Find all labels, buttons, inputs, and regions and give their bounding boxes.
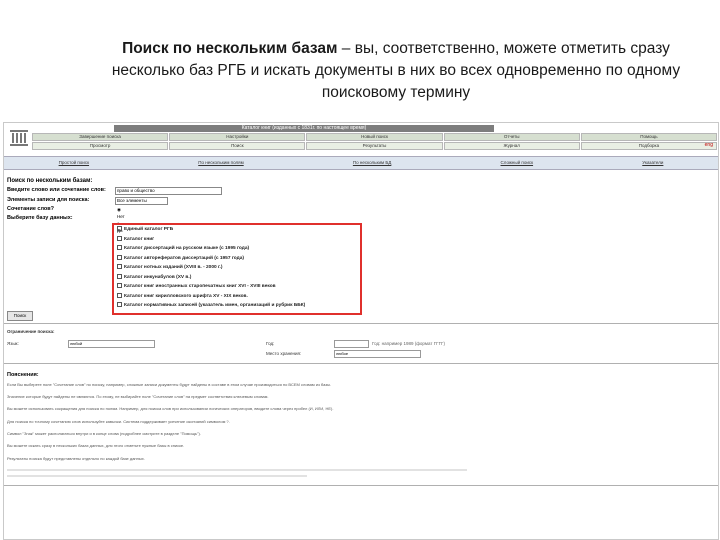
db-checkbox-item[interactable]: Каталог книг кирилловского шрифта XV - X… (114, 292, 360, 302)
nav-selection[interactable]: Подборка (580, 142, 718, 150)
word-input[interactable]: право и общество (115, 187, 222, 195)
checkbox-icon[interactable] (117, 292, 122, 298)
limits-lang-select[interactable]: любой (68, 340, 155, 348)
nav-journal[interactable]: Журнал (443, 142, 580, 150)
limits-year-label: Год: (266, 341, 275, 346)
text-placeholder-line (7, 475, 307, 477)
divider (4, 323, 718, 324)
db-label: Каталог книг кирилловского шрифта XV - X… (124, 293, 248, 299)
nav-row-top: Завершение поиска Настройки Новый поиск … (32, 133, 718, 141)
checkbox-icon[interactable] (117, 283, 122, 289)
db-label: Каталог книг (124, 236, 155, 242)
checkbox-icon[interactable] (117, 245, 122, 251)
db-checkbox-item[interactable]: Каталог книг (114, 235, 360, 245)
explain-title: Пояснения: (7, 372, 39, 378)
explain-note: Вы можете искать сразу в нескольких база… (7, 443, 185, 448)
nav-settings[interactable]: Настройки (169, 133, 306, 141)
nav-results[interactable]: Результаты (306, 142, 443, 150)
tab-complex-search[interactable]: Сложный поиск (501, 157, 534, 169)
text-placeholder-line (7, 469, 467, 471)
form-title: Поиск по нескольким базам: (7, 178, 93, 184)
database-list: Единый каталог РГБ Каталог книг Каталог … (112, 223, 362, 315)
title-bold-prefix: Поиск (122, 40, 173, 57)
db-checkbox-item[interactable]: Каталог книг иностранных старопечатных к… (114, 282, 360, 292)
search-button[interactable]: Поиск (7, 311, 33, 321)
nav-reports[interactable]: Отчеты (443, 133, 580, 141)
nav-finish-search[interactable]: Завершение поиска (32, 133, 169, 141)
db-checkbox-item[interactable]: Каталог диссертаций на русском языке (с … (114, 244, 360, 254)
slide-title: Поиск по нескольким базам – вы, соответс… (96, 38, 696, 104)
checkbox-icon[interactable] (117, 226, 122, 232)
rsl-logo-icon (10, 130, 28, 146)
db-checkbox-item[interactable]: Единый каталог РГБ (114, 225, 360, 235)
tab-multi-field[interactable]: По нескольким полям (198, 157, 243, 169)
checkbox-icon[interactable] (117, 235, 122, 241)
explain-note: Значение которые будут найдены не являют… (7, 394, 269, 399)
elements-row: Элементы записи для поиска: Все элементы (7, 197, 168, 205)
search-tabs: Простой поиск По нескольким полям По нес… (4, 156, 718, 170)
db-label: Каталог инкунабулов (XV в.) (124, 274, 192, 280)
explain-note: Вы можете использовать сокращения для по… (7, 406, 334, 411)
choose-db-label: Выберите базу данных: (7, 215, 73, 221)
explain-note: Для поиска по точному сочетанию слов исп… (7, 419, 230, 424)
db-label: Единый каталог РГБ (124, 227, 174, 232)
nav-help[interactable]: Помощь (580, 133, 718, 141)
db-checkbox-item[interactable]: Каталог инкунабулов (XV в.) (114, 273, 360, 283)
catalog-screenshot: Каталог книг (изданных с 1831г. по насто… (3, 122, 719, 540)
choose-row: Выберите базу данных: (7, 215, 73, 222)
explain-note: Символ "Знак" может располагаться внутри… (7, 431, 201, 436)
checkbox-icon[interactable] (117, 273, 122, 279)
nav-new-search[interactable]: Новый поиск (306, 133, 443, 141)
catalog-header-bar: Каталог книг (изданных с 1831г. по насто… (114, 125, 494, 132)
limits-year-hint: Год: например 1989 (формат ГГГГ) (372, 341, 445, 346)
checkbox-icon[interactable] (117, 302, 122, 308)
tab-indexes[interactable]: Указатели (642, 157, 663, 169)
db-label: Каталог авторефератов диссертаций (с 195… (124, 255, 244, 261)
nav-row-bottom: Просмотр Поиск Результаты Журнал Подборк… (32, 142, 718, 150)
divider (4, 363, 718, 364)
explain-note: Результаты поиска будут представлены отд… (7, 456, 145, 461)
tab-simple-search[interactable]: Простой поиск (59, 157, 89, 169)
elements-label: Элементы записи для поиска: (7, 197, 90, 203)
db-checkbox-item[interactable]: Каталог авторефератов диссертаций (с 195… (114, 254, 360, 264)
limits-media-select[interactable]: любое (334, 350, 421, 358)
combo-label: Сочетание слов? (7, 206, 54, 212)
db-checkbox-item[interactable]: Каталог нормативных записей (указатель и… (114, 301, 360, 311)
nav-search[interactable]: Поиск (169, 142, 306, 150)
nav-browse[interactable]: Просмотр (32, 142, 169, 150)
radio-no[interactable]: Нет (117, 214, 125, 219)
lang-switch-link[interactable]: eng (705, 142, 713, 148)
db-label: Каталог нотных изданий (XVIII в. - 2000 … (124, 265, 223, 270)
word-label: Введите слово или сочетание слов: (7, 187, 106, 193)
db-label: Каталог нормативных записей (указатель и… (124, 303, 306, 308)
limits-media-label: Место хранения: (266, 351, 302, 356)
title-bold: по нескольким базам (172, 40, 338, 57)
limits-year-input[interactable] (334, 340, 369, 348)
limits-title: Ограничение поиска: (7, 329, 55, 334)
db-checkbox-item[interactable]: Каталог нотных изданий (XVIII в. - 2000 … (114, 263, 360, 273)
limits-lang-label: Язык: (7, 341, 19, 346)
db-label: Каталог диссертаций на русском языке (с … (124, 246, 250, 251)
checkbox-icon[interactable] (117, 264, 122, 270)
checkbox-icon[interactable] (117, 254, 122, 260)
combo-row: Сочетание слов? ◉ Нет ○ Да (7, 206, 125, 233)
db-label: Каталог книг иностранных старопечатных к… (124, 284, 276, 289)
divider (4, 485, 718, 486)
elements-select[interactable]: Все элементы (115, 197, 168, 205)
word-row: Введите слово или сочетание слов: право … (7, 187, 222, 195)
tab-multi-db[interactable]: По нескольким БД (353, 157, 391, 169)
explain-note: Если Вы выберете поле "Сочетание слов" п… (7, 382, 332, 387)
